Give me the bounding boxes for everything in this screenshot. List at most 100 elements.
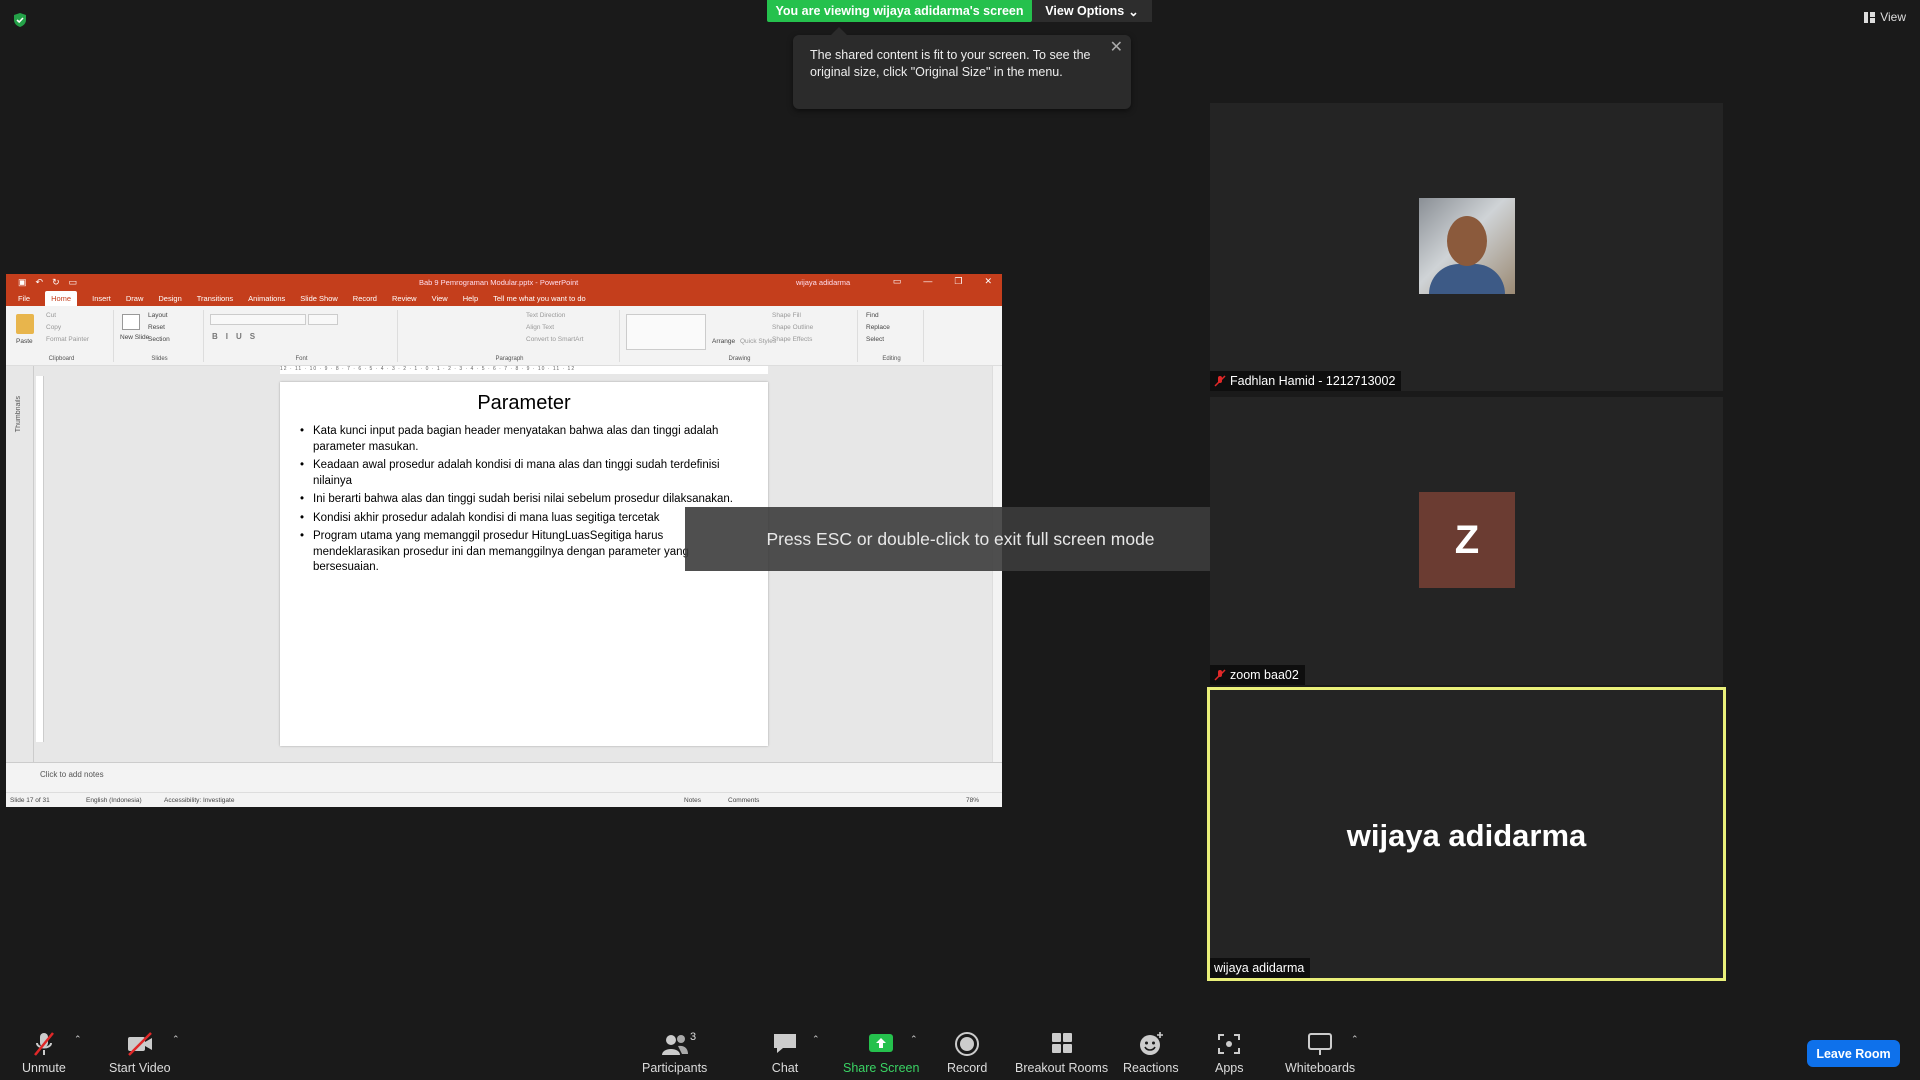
ppt-user-name[interactable]: wijaya adidarma [796,278,850,287]
horizontal-ruler: 12 · 11 · 10 · 9 · 8 · 7 · 6 · 5 · 4 · 3… [280,366,768,374]
tab-draw[interactable]: Draw [126,294,144,306]
zoom-level[interactable]: 78% [966,797,979,804]
find-button[interactable]: Find [866,312,879,319]
quick-styles-button[interactable]: Quick Styles [740,338,776,345]
slide-title[interactable]: Parameter [280,392,768,415]
tell-me-search[interactable]: Tell me what you want to do [493,294,586,306]
arrange-button[interactable]: Arrange [712,338,735,345]
breakout-rooms-icon [1051,1033,1072,1053]
slide-bullet: Kondisi akhir prosedur adalah kondisi di… [298,511,746,527]
align-text-button[interactable]: Align Text [526,324,554,331]
language-status[interactable]: English (Indonesia) [86,797,142,804]
new-slide-icon[interactable] [122,314,140,330]
close-icon[interactable]: ✕ [1110,39,1123,56]
whiteboards-label: Whiteboards [1285,1061,1356,1075]
shape-outline-button[interactable]: Shape Outline [772,324,813,331]
ribbon-display-icon[interactable]: ▭ [893,276,902,287]
tab-record[interactable]: Record [353,294,377,306]
close-window-icon[interactable]: ✕ [984,276,992,287]
font-name-input[interactable] [210,314,306,325]
shape-effects-button[interactable]: Shape Effects [772,336,812,343]
whiteboard-options-caret[interactable]: ⌃ [1351,1034,1359,1045]
tab-slide-show[interactable]: Slide Show [300,294,338,306]
paste-button[interactable]: Paste [16,338,33,345]
audio-options-caret[interactable]: ⌃ [74,1034,82,1045]
ppt-title-bar: ▣ ↶ ↻ ▭ Bab 9 Pemrograman Modular.pptx -… [6,274,1002,290]
present-icon[interactable]: ▭ [69,277,78,288]
ppt-ribbon-tabs: File Home Insert Draw Design Transitions… [6,290,1002,306]
format-painter-button[interactable]: Format Painter [46,336,89,343]
breakout-rooms-label: Breakout Rooms [1015,1061,1109,1075]
paragraph-group: Text Direction Align Text Convert to Sma… [400,310,620,362]
ppt-status-bar: Slide 17 of 31 English (Indonesia) Acces… [6,792,1002,807]
new-slide-button[interactable]: New Slide [120,334,149,341]
tab-design[interactable]: Design [158,294,181,306]
breakout-rooms-button[interactable]: Breakout Rooms [1015,1031,1108,1075]
tab-file[interactable]: File [18,294,30,306]
save-icon[interactable]: ▣ [18,277,27,288]
unmute-button[interactable]: Unmute [22,1031,66,1075]
tab-transitions[interactable]: Transitions [197,294,233,306]
comments-toggle[interactable]: Comments [728,797,759,804]
security-shield-icon[interactable] [12,12,28,28]
tab-animations[interactable]: Animations [248,294,285,306]
redo-icon[interactable]: ↻ [52,277,60,288]
apps-button[interactable]: Apps [1215,1031,1244,1075]
notes-toggle[interactable]: Notes [684,797,701,804]
copy-button[interactable]: Copy [46,324,61,331]
participants-button[interactable]: Participants [642,1031,707,1075]
record-button[interactable]: Record [947,1031,987,1075]
apps-label: Apps [1215,1061,1244,1075]
participant-tile[interactable]: Fadhlan Hamid - 1212713002 [1210,103,1723,391]
replace-button[interactable]: Replace [866,324,890,331]
maximize-icon[interactable]: ❐ [954,276,962,287]
participant-name: wijaya adidarma [1214,961,1305,975]
thumbnails-pane[interactable]: Thumbnails [6,366,34,762]
tab-help[interactable]: Help [463,294,478,306]
chat-button[interactable]: Chat [771,1031,799,1075]
paragraph-label: Paragraph [495,356,524,362]
tab-insert[interactable]: Insert [92,294,111,306]
font-size-input[interactable] [308,314,338,325]
shapes-gallery[interactable] [626,314,706,350]
muted-mic-icon [33,1032,54,1056]
accessibility-status[interactable]: Accessibility: Investigate [164,797,234,804]
undo-icon[interactable]: ↶ [36,277,44,288]
tab-view[interactable]: View [432,294,448,306]
reactions-button[interactable]: Reactions [1123,1031,1179,1075]
minimize-icon[interactable]: — [923,276,932,287]
slide-bullet: Program utama yang memanggil prosedur Hi… [298,529,746,576]
text-direction-button[interactable]: Text Direction [526,312,565,319]
select-button[interactable]: Select [866,336,884,343]
layout-button[interactable]: Layout [148,312,168,319]
notes-pane[interactable]: Click to add notes [6,762,1002,792]
format-buttons[interactable]: BIUS [212,332,263,341]
tab-review[interactable]: Review [392,294,417,306]
slide-bullet-list[interactable]: Kata kunci input pada bagian header meny… [298,424,746,579]
shape-fill-button[interactable]: Shape Fill [772,312,801,319]
view-options-button[interactable]: View Options ⌄ [1032,0,1152,22]
slides-group: New Slide Layout Reset Section Slides [116,310,204,362]
section-button[interactable]: Section [148,336,170,343]
slide-bullet: Kata kunci input pada bagian header meny… [298,424,746,455]
view-button[interactable]: View [1864,10,1906,24]
record-label: Record [947,1061,988,1075]
start-video-button[interactable]: Start Video [109,1031,171,1075]
whiteboards-button[interactable]: Whiteboards [1285,1031,1355,1075]
paste-icon[interactable] [16,314,34,334]
slide-bullet: Keadaan awal prosedur adalah kondisi di … [298,458,746,489]
video-options-caret[interactable]: ⌃ [172,1034,180,1045]
fit-screen-tooltip: The shared content is fit to your screen… [793,27,1131,109]
participant-display-name: wijaya adidarma [1346,818,1587,853]
cut-button[interactable]: Cut [46,312,56,319]
active-speaker-tile[interactable]: wijaya adidarma wijaya adidarma [1207,687,1726,981]
participant-tile[interactable]: Z zoom baa02 [1210,397,1723,685]
tab-home[interactable]: Home [45,291,78,306]
chat-options-caret[interactable]: ⌃ [812,1034,820,1045]
leave-room-button[interactable]: Leave Room [1807,1040,1900,1067]
share-screen-button[interactable]: Share Screen [843,1031,919,1075]
view-label: View [1880,10,1906,24]
convert-smartart-button[interactable]: Convert to SmartArt [526,336,583,343]
reset-button[interactable]: Reset [148,324,165,331]
share-options-caret[interactable]: ⌃ [910,1034,918,1045]
